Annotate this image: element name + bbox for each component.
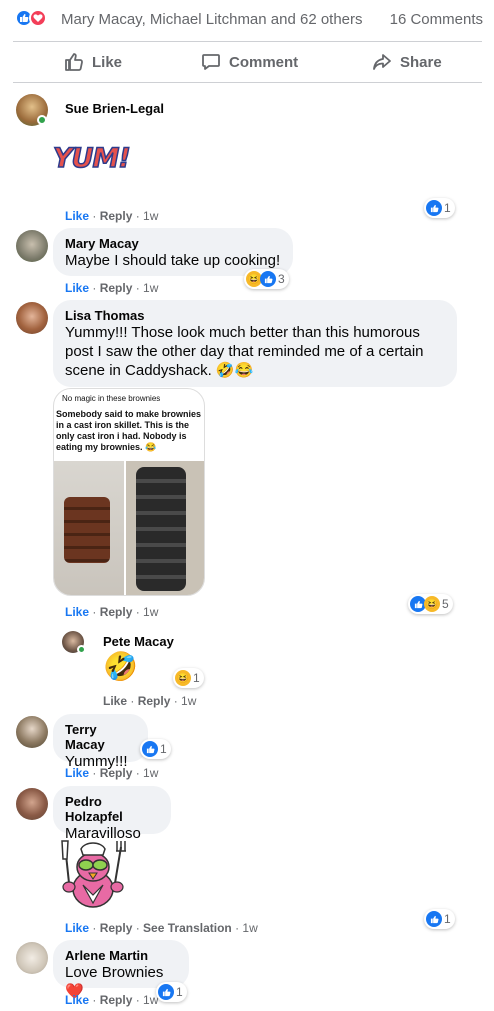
avatar[interactable] (16, 788, 48, 820)
meme-image[interactable]: No magic in these brownies Somebody said… (53, 388, 205, 596)
comment-button[interactable]: Comment (201, 52, 298, 72)
reaction-count-pill[interactable]: 1 (424, 198, 455, 218)
like-reaction-icon (426, 911, 442, 927)
comment-meta: Like · Reply · See Translation · 1w (65, 921, 258, 935)
like-reaction-icon (158, 984, 174, 1000)
like-link[interactable]: Like (65, 921, 89, 935)
comments-count[interactable]: 16 Comments (390, 11, 483, 28)
like-link[interactable]: Like (65, 605, 89, 619)
divider (13, 41, 482, 42)
reply-link[interactable]: Reply (100, 281, 133, 295)
comment-text: Maybe I should take up cooking! (65, 252, 281, 269)
comment-meta: Like · Reply · 1w (65, 993, 159, 1007)
comment-author[interactable]: Arlene Martin (65, 948, 177, 963)
comment-meta: Like · Reply · 1w (103, 694, 197, 708)
see-translation-link[interactable]: See Translation (143, 921, 232, 935)
reaction-count-pill[interactable]: 😆 5 (408, 594, 453, 614)
haha-reaction-icon: 😆 (175, 670, 191, 686)
like-reaction-icon (142, 741, 158, 757)
yum-sticker[interactable]: YUM! (52, 142, 133, 179)
timestamp[interactable]: 1w (143, 281, 158, 295)
timestamp[interactable]: 1w (143, 605, 158, 619)
reply-link[interactable]: Reply (100, 921, 133, 935)
like-link[interactable]: Like (103, 694, 127, 708)
online-indicator (77, 645, 86, 654)
comment-author[interactable]: Lisa Thomas (65, 308, 445, 323)
timestamp[interactable]: 1w (143, 766, 158, 780)
like-link[interactable]: Like (65, 209, 89, 223)
comment-author[interactable]: Mary Macay (65, 236, 281, 251)
comment-text: Yummy!!! Those look much better than thi… (65, 324, 424, 379)
like-link[interactable]: Like (65, 281, 89, 295)
comment-author[interactable]: Pedro Holzapfel (65, 794, 159, 824)
thumbs-up-icon (65, 53, 83, 71)
divider (13, 82, 482, 83)
online-indicator (37, 115, 47, 125)
reply-link[interactable]: Reply (100, 993, 133, 1007)
meme-title: No magic in these brownies (62, 394, 161, 403)
comment-bubble: Terry Macay Yummy!!! (53, 714, 148, 770)
comment-author[interactable]: Sue Brien-Legal (65, 101, 164, 116)
share-label: Share (400, 53, 442, 71)
reply-link[interactable]: Reply (100, 605, 133, 619)
avatar[interactable] (16, 302, 48, 334)
like-link[interactable]: Like (65, 766, 89, 780)
share-icon (373, 54, 391, 70)
comment-meta: Like · Reply · 1w (65, 605, 159, 619)
bird-chef-sticker[interactable] (55, 837, 131, 913)
comment-label: Comment (229, 53, 299, 71)
reply-link[interactable]: Reply (138, 694, 171, 708)
share-button[interactable]: Share (372, 52, 442, 72)
timestamp[interactable]: 1w (242, 921, 257, 935)
brownies-photo (54, 461, 124, 595)
sticker-text: YUM! (52, 142, 131, 175)
comment-meta: Like · Reply · 1w (65, 281, 159, 295)
emoji-comment: 🤣 (103, 651, 138, 682)
comment-author[interactable]: Pete Macay (103, 634, 174, 649)
comment-bubble: Lisa Thomas Yummy!!! Those look much bet… (53, 300, 457, 387)
sticker-illustration (61, 840, 126, 908)
like-button[interactable]: Like (64, 52, 122, 72)
comment-meta: Like · Reply · 1w (65, 766, 159, 780)
like-reaction-icon (260, 271, 276, 287)
comment-bubble: Pedro Holzapfel Maravilloso (53, 786, 171, 842)
reply-link[interactable]: Reply (100, 209, 133, 223)
timestamp[interactable]: 1w (181, 694, 196, 708)
like-reaction-icon (426, 200, 442, 216)
haha-reaction-icon: 😆 (424, 596, 440, 612)
avatar[interactable] (16, 716, 48, 748)
comment-bubble: Arlene Martin Love Brownies❤️ (53, 940, 189, 1000)
reaction-icons-summary[interactable] (15, 9, 47, 27)
reaction-count-pill[interactable]: 1 (140, 739, 171, 759)
reactors-summary[interactable]: Mary Macay, Michael Litchman and 62 othe… (61, 11, 363, 28)
timestamp[interactable]: 1w (143, 209, 158, 223)
love-reaction-icon (29, 9, 47, 27)
comment-author[interactable]: Terry Macay (65, 722, 136, 752)
like-link[interactable]: Like (65, 993, 89, 1007)
comment-meta: Like · Reply · 1w (65, 209, 159, 223)
reaction-count-pill[interactable]: 1 (424, 909, 455, 929)
comment-icon (202, 54, 220, 70)
reply-link[interactable]: Reply (100, 766, 133, 780)
cast-iron-photo (126, 461, 204, 595)
avatar[interactable] (16, 230, 48, 262)
reaction-count-pill[interactable]: 😆 1 (173, 668, 204, 688)
avatar[interactable] (16, 942, 48, 974)
like-label: Like (92, 53, 123, 71)
reaction-count-pill[interactable]: 1 (156, 982, 187, 1002)
reaction-count-pill[interactable]: 😆 3 (244, 269, 289, 289)
meme-caption: Somebody said to make brownies in a cast… (56, 409, 202, 452)
